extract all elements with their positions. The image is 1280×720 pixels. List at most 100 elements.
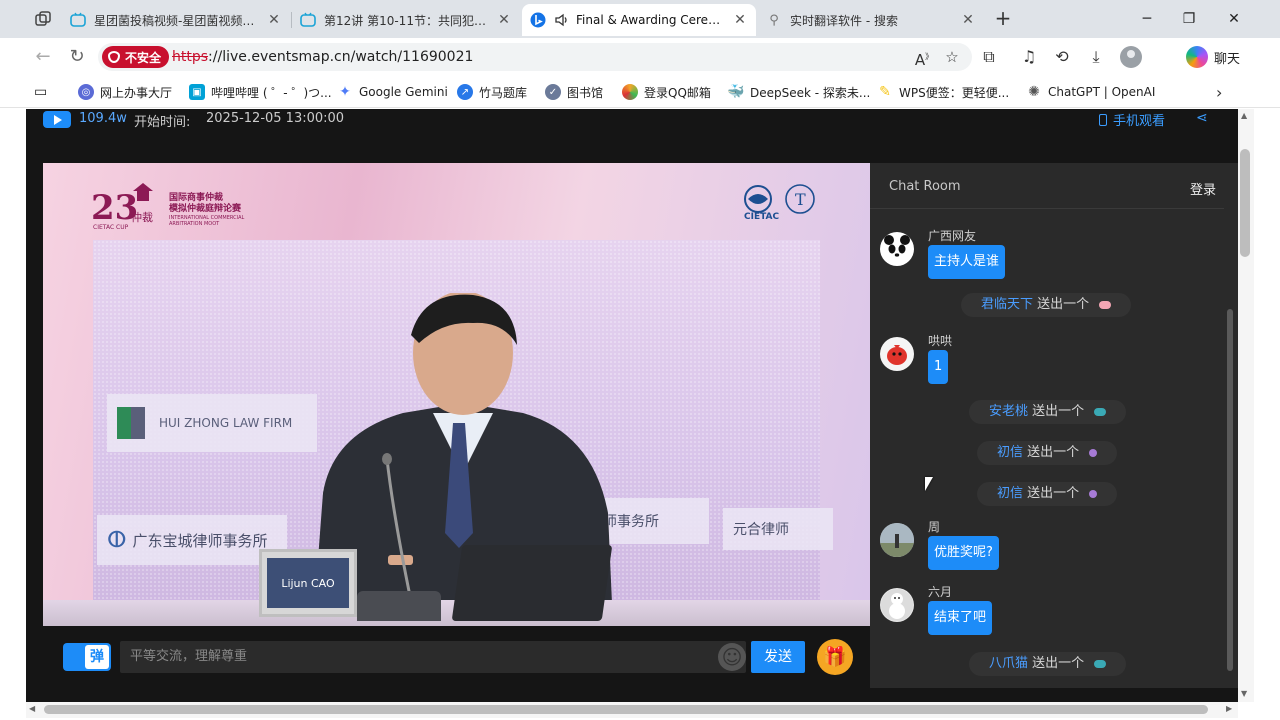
tab-translation-search[interactable]: ⚲ 实时翻译软件 - 搜索 ✕ [758,4,984,36]
audio-playing-icon[interactable] [554,12,570,28]
not-secure-badge[interactable]: 不安全 [102,46,170,68]
page-margin [1254,109,1280,720]
emoji-icon[interactable] [718,643,746,671]
address-bar[interactable]: 不安全 https://live.eventsmap.cn/watch/1169… [98,43,972,71]
bookmark-bilibili[interactable]: ▣ 哔哩哔哩 ( ゜- ゜)つ... [189,82,332,102]
gift-action: 送出一个 [1032,404,1085,419]
bookmark-label: DeepSeek - 探索未... [750,85,871,100]
mobile-watch-link[interactable]: 手机观看 [1099,110,1165,129]
page-vertical-scrollbar[interactable]: ▲ ▼ [1238,109,1254,702]
close-tab-icon[interactable]: ✕ [496,12,512,28]
favorites-icon[interactable]: ♫ [1018,46,1040,68]
play-icon [43,111,71,128]
url-text[interactable]: https://live.eventsmap.cn/watch/11690021 [172,49,473,65]
sponsor-yuanhe: 元合律师 [723,508,833,550]
favorite-star-icon[interactable]: ☆ [942,47,962,67]
extensions-icon[interactable]: ⧉ [978,46,1000,68]
chevron-right-icon[interactable]: › [1216,83,1222,102]
sponsor-label: 广东宝城律师事务所 [132,531,268,550]
danmaku-toggle[interactable]: 弹 [63,643,111,671]
cietac-text: CIETAC [744,212,780,222]
avatar-photo[interactable] [880,523,914,557]
bookmark-chatgpt[interactable]: ✺ ChatGPT | OpenAI [1026,82,1155,102]
copilot-button[interactable]: 聊天 [1186,44,1240,70]
bookmark-wps-notes[interactable]: ✎ WPS便签：更轻便... [877,82,1009,102]
back-button[interactable]: ← [32,46,54,68]
bookmark-library[interactable]: ✓ 图书馆 [545,82,603,102]
new-tab-button[interactable]: + [992,8,1014,30]
bookmark-online-services[interactable]: ◎ 网上办事大厅 [78,82,172,102]
nameplate: Lijun CAO [259,549,357,617]
sponsor-label: HUI ZHONG LAW FIRM [159,416,293,430]
comment-input[interactable]: 平等交流，理解尊重 [120,641,746,673]
reading-list-icon[interactable]: ▭ [34,82,47,102]
gift-action: 送出一个 [1027,486,1080,501]
zhuma-icon: ↗ [457,84,473,100]
gift-sender[interactable]: 君临天下 [981,297,1033,312]
close-tab-icon[interactable]: ✕ [266,12,282,28]
sponsor-label: 元合律师 [733,522,789,538]
avatar-panda[interactable] [880,232,914,266]
sponsor-huizhong: HUI ZHONG LAW FIRM [107,394,317,452]
gift-notice: 初信 送出一个 [977,441,1118,465]
gift-sender[interactable]: 初信 [997,445,1023,460]
cup-label: CIETAC CUP [93,224,129,231]
gift-action: 送出一个 [1027,445,1080,460]
bookmark-deepseek[interactable]: 🐳 DeepSeek - 探索未... [727,82,871,102]
bookmark-google-gemini[interactable]: ✦ Google Gemini [337,82,448,102]
wps-notes-icon: ✎ [879,84,891,100]
reload-button[interactable]: ↻ [66,46,88,68]
share-icon[interactable]: ⋖ [1196,110,1208,126]
tab-title: 星团菌投稿视频-星团菌视频分享 [94,13,260,28]
chat-scrollbar[interactable] [1227,309,1233,671]
event-title-en-2: ARBITRATION MOOT [169,221,220,227]
scrollbar-thumb[interactable] [1240,149,1250,257]
gift-item-icon [1094,407,1107,416]
history-icon[interactable]: ⟲ [1051,46,1073,68]
scroll-down-icon[interactable]: ▼ [1241,689,1247,698]
gift-sender[interactable]: 八爪猫 [989,656,1028,671]
tab-final-awarding-ceremony[interactable]: Final & Awarding Ceremony ✕ [522,4,756,36]
scrollbar-thumb[interactable] [44,705,1208,714]
scroll-right-icon[interactable]: ▶ [1226,704,1232,713]
chat-username: 广西网友 [928,229,977,243]
close-tab-icon[interactable]: ✕ [960,12,976,28]
restore-button[interactable]: ❐ [1177,8,1201,30]
tab-lecture-video[interactable]: 第12讲 第10-11节：共同犯罪的结 ✕ [292,4,520,36]
avatar-snowman[interactable] [880,588,914,622]
bookmark-zhuma-tiku[interactable]: ↗ 竹马题库 [457,82,527,102]
gift-item-icon [1094,659,1107,668]
downloads-icon[interactable]: ⤓ [1085,46,1107,68]
bookmark-qq-mail[interactable]: 登录QQ邮箱 [622,82,711,102]
not-secure-label: 不安全 [125,50,162,65]
url-scheme: https [172,49,209,65]
bookmark-label: 网上办事大厅 [100,85,173,100]
send-button[interactable]: 发送 [751,641,805,673]
avatar-red-bird[interactable] [880,337,914,371]
video-player[interactable]: 23 仲裁 CIETAC CUP 国际商事仲裁 模拟仲裁庭辩论赛 INTERNA… [43,163,870,626]
gift-sender[interactable]: 初信 [997,486,1023,501]
gift-action: 送出一个 [1037,297,1090,312]
close-window-button[interactable]: ✕ [1222,8,1246,30]
workspaces-icon[interactable] [34,10,52,28]
scroll-up-icon[interactable]: ▲ [1241,111,1247,120]
gift-icon[interactable] [817,639,853,675]
microphone [382,453,413,602]
gift-sender[interactable]: 安老桃 [989,404,1028,419]
library-icon: ✓ [545,84,561,100]
read-aloud-icon[interactable]: A》 [914,47,934,69]
tab-bilibili-video[interactable]: 星团菌投稿视频-星团菌视频分享 ✕ [62,4,290,36]
close-tab-icon[interactable]: ✕ [732,12,748,28]
scroll-left-icon[interactable]: ◀ [29,704,35,713]
gift-notice: 初信 送出一个 [977,482,1118,506]
nameplate-text: Lijun CAO [267,558,349,608]
chat-username: 六月 [928,585,953,599]
stream-info-bar: 109.4w 开始时间: 2025-12-05 13:00:00 手机观看 ⋖ [26,109,1238,131]
login-link[interactable]: 登录 [1190,179,1216,198]
page-horizontal-scrollbar[interactable]: ◀ ▶ [26,702,1238,718]
profile-avatar[interactable] [1120,46,1142,68]
minimize-button[interactable]: ─ [1135,8,1159,30]
deepseek-icon: 🐳 [727,84,745,100]
search-favicon-icon: ⚲ [769,12,779,28]
bookmark-label: 竹马题库 [479,85,528,100]
